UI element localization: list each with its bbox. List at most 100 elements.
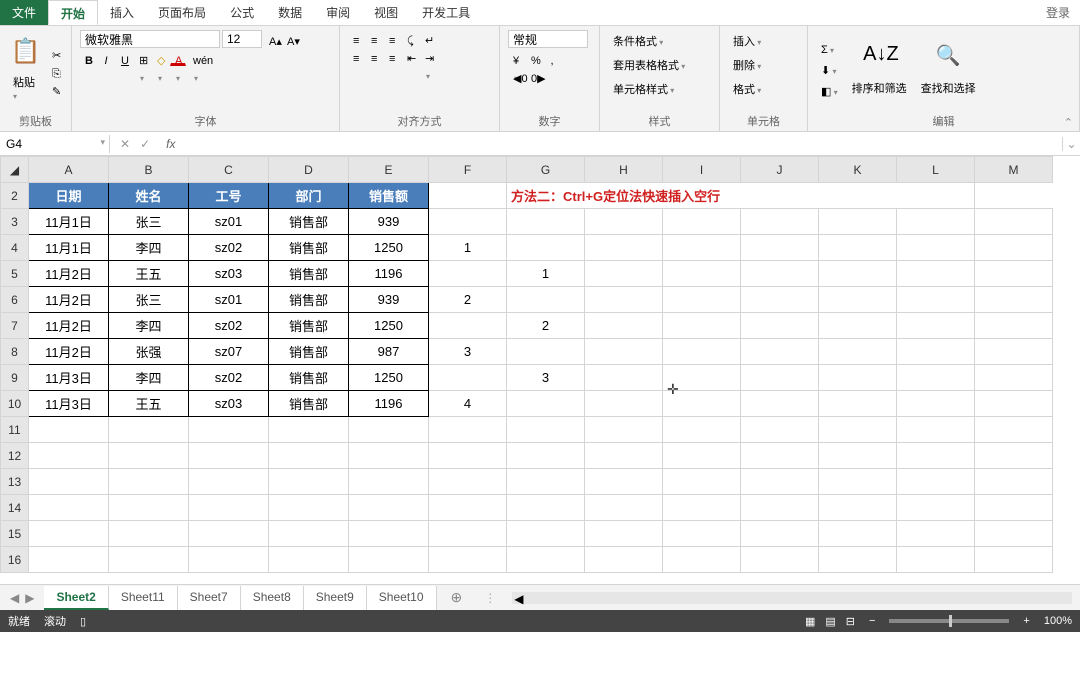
col-header-G[interactable]: G (507, 157, 585, 183)
col-header-E[interactable]: E (349, 157, 429, 183)
zoom-in-button[interactable]: + (1023, 615, 1029, 627)
col-header-J[interactable]: J (741, 157, 819, 183)
cell-A16[interactable] (29, 547, 109, 573)
cell-E2[interactable]: 销售额 (349, 183, 429, 209)
cell-C16[interactable] (189, 547, 269, 573)
cell-M8[interactable] (975, 339, 1053, 365)
tab-split-handle[interactable]: ⋮ (476, 591, 504, 605)
cell-J5[interactable] (741, 261, 819, 287)
cell-style-button[interactable]: 单元格样式 (608, 78, 679, 100)
cell-K15[interactable] (819, 521, 897, 547)
cell-F5[interactable] (429, 261, 507, 287)
orientation-icon[interactable]: ⤹ (402, 30, 418, 46)
cell-F12[interactable] (429, 443, 507, 469)
row-header-11[interactable]: 11 (1, 417, 29, 443)
tab-formula[interactable]: 公式 (218, 0, 266, 25)
cell-I9[interactable] (663, 365, 741, 391)
view-normal-icon[interactable]: ▦ (805, 615, 815, 628)
cell-K4[interactable] (819, 235, 897, 261)
cell-J4[interactable] (741, 235, 819, 261)
cell-J8[interactable] (741, 339, 819, 365)
insert-cells-button[interactable]: 插入 (728, 30, 766, 52)
cell-B10[interactable]: 王五 (109, 391, 189, 417)
cell-L8[interactable] (897, 339, 975, 365)
row-header-9[interactable]: 9 (1, 365, 29, 391)
view-pagelayout-icon[interactable]: ▤ (825, 615, 835, 628)
row-header-13[interactable]: 13 (1, 469, 29, 495)
cell-B2[interactable]: 姓名 (109, 183, 189, 209)
col-header-M[interactable]: M (975, 157, 1053, 183)
cell-M7[interactable] (975, 313, 1053, 339)
login-link[interactable]: 登录 (1036, 0, 1080, 25)
new-sheet-button[interactable]: ⊕ (437, 589, 477, 606)
cell-J7[interactable] (741, 313, 819, 339)
cell-B16[interactable] (109, 547, 189, 573)
cell-J11[interactable] (741, 417, 819, 443)
align-mid-icon[interactable]: ≡ (366, 30, 382, 46)
cell-M5[interactable] (975, 261, 1053, 287)
cell-A6[interactable]: 11月2日 (29, 287, 109, 313)
cell-D7[interactable]: 销售部 (269, 313, 349, 339)
autosum-button[interactable]: Σ (816, 41, 839, 59)
cell-B9[interactable]: 李四 (109, 365, 189, 391)
cell-L12[interactable] (897, 443, 975, 469)
row-header-2[interactable]: 2 (1, 183, 29, 209)
cell-M3[interactable] (975, 209, 1053, 235)
cell-H13[interactable] (585, 469, 663, 495)
cell-A10[interactable]: 11月3日 (29, 391, 109, 417)
cell-B13[interactable] (109, 469, 189, 495)
sheet-tab-Sheet10[interactable]: Sheet10 (367, 586, 437, 610)
fill-button[interactable]: ⬇ (816, 61, 841, 80)
cell-J14[interactable] (741, 495, 819, 521)
cell-L13[interactable] (897, 469, 975, 495)
phonetic-button[interactable]: wén (188, 50, 204, 66)
cell-H11[interactable] (585, 417, 663, 443)
cell-G5[interactable]: 1 (507, 261, 585, 287)
cell-G4[interactable] (507, 235, 585, 261)
border-button[interactable]: ⊞ (134, 50, 150, 66)
row-header-3[interactable]: 3 (1, 209, 29, 235)
cell-J12[interactable] (741, 443, 819, 469)
cell-A3[interactable]: 11月1日 (29, 209, 109, 235)
cell-C13[interactable] (189, 469, 269, 495)
cell-A14[interactable] (29, 495, 109, 521)
cell-F9[interactable] (429, 365, 507, 391)
cell-H8[interactable] (585, 339, 663, 365)
find-select-icon[interactable]: 🔍 (932, 43, 964, 75)
cell-K16[interactable] (819, 547, 897, 573)
cell-F16[interactable] (429, 547, 507, 573)
cell-A13[interactable] (29, 469, 109, 495)
number-format-combo[interactable] (508, 30, 588, 48)
cell-D4[interactable]: 销售部 (269, 235, 349, 261)
cell-K14[interactable] (819, 495, 897, 521)
cell-C9[interactable]: sz02 (189, 365, 269, 391)
align-bot-icon[interactable]: ≡ (384, 30, 400, 46)
tab-home[interactable]: 开始 (48, 0, 98, 25)
font-color-button[interactable]: A (170, 50, 186, 66)
cell-J9[interactable] (741, 365, 819, 391)
cell-M6[interactable] (975, 287, 1053, 313)
cell-D15[interactable] (269, 521, 349, 547)
merge-button[interactable]: ⇥ (420, 48, 436, 64)
sheet-tab-Sheet9[interactable]: Sheet9 (304, 586, 367, 610)
cell-B11[interactable] (109, 417, 189, 443)
view-pagebreak-icon[interactable]: ⊟ (846, 615, 855, 628)
cell-F2[interactable] (429, 183, 507, 209)
cell-J10[interactable] (741, 391, 819, 417)
cell-C7[interactable]: sz02 (189, 313, 269, 339)
cell-M14[interactable] (975, 495, 1053, 521)
cell-D9[interactable]: 销售部 (269, 365, 349, 391)
cell-D5[interactable]: 销售部 (269, 261, 349, 287)
wrap-text-icon[interactable]: ↵ (420, 30, 436, 46)
row-header-8[interactable]: 8 (1, 339, 29, 365)
cell-A8[interactable]: 11月2日 (29, 339, 109, 365)
col-header-A[interactable]: A (29, 157, 109, 183)
sheet-tab-Sheet8[interactable]: Sheet8 (241, 586, 304, 610)
cell-I4[interactable] (663, 235, 741, 261)
tab-review[interactable]: 审阅 (314, 0, 362, 25)
cell-E13[interactable] (349, 469, 429, 495)
cell-K5[interactable] (819, 261, 897, 287)
cell-E7[interactable]: 1250 (349, 313, 429, 339)
copy-icon[interactable]: ⎘ (47, 63, 63, 79)
align-top-icon[interactable]: ≡ (348, 30, 364, 46)
